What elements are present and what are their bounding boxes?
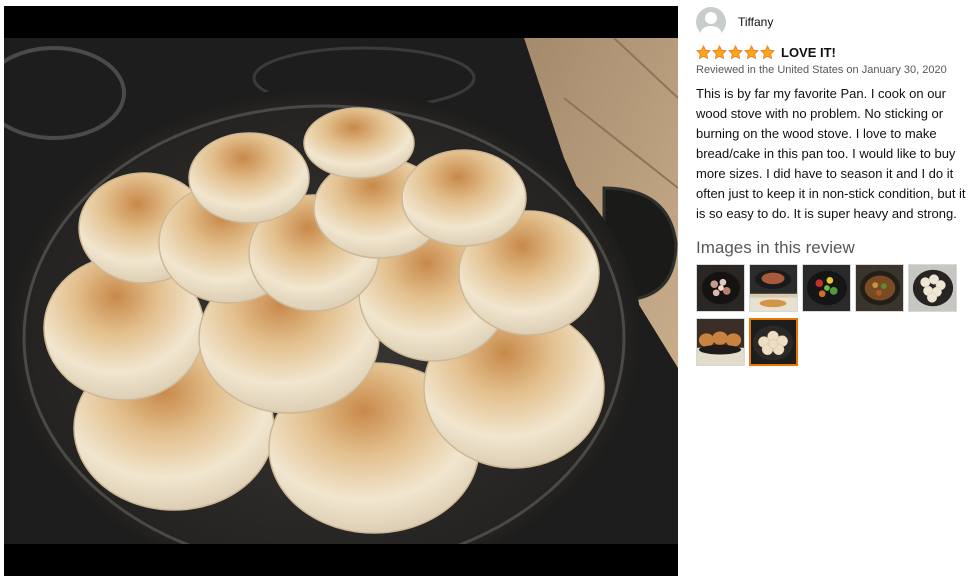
thumbnail-7-selected[interactable] [749, 318, 798, 366]
review-panel: Tiffany LOVE IT! Reviewed in the United … [696, 6, 968, 366]
thumbnail-5[interactable] [908, 264, 957, 312]
main-review-image [4, 38, 678, 544]
image-viewer [4, 6, 678, 576]
rating-row: LOVE IT! [696, 44, 968, 60]
thumbnail-2[interactable] [749, 264, 798, 312]
review-body: This is by far my favorite Pan. I cook o… [696, 86, 966, 221]
star-icon [728, 44, 743, 59]
thumbnail-3-image [803, 265, 850, 311]
thumbnail-5-image [909, 265, 956, 311]
thumbnail-7-image [751, 320, 796, 364]
review-title[interactable]: LOVE IT! [781, 45, 836, 60]
star-rating [696, 44, 776, 60]
star-icon [712, 44, 727, 59]
star-icon [744, 44, 759, 59]
thumbnail-4[interactable] [855, 264, 904, 312]
star-icon [760, 44, 775, 59]
thumbnail-1-image [697, 265, 744, 311]
thumbnail-1[interactable] [696, 264, 745, 312]
reviewer-profile[interactable]: Tiffany [696, 6, 968, 38]
default-user-icon [696, 7, 726, 37]
thumbnail-4-image [856, 265, 903, 311]
thumbnail-6[interactable] [696, 318, 745, 366]
thumbnail-6-image [697, 319, 744, 365]
thumbnail-2-image [750, 265, 797, 311]
review-date: Reviewed in the United States on January… [696, 64, 947, 76]
star-icon [696, 44, 711, 59]
thumbnail-3[interactable] [802, 264, 851, 312]
reviewer-name[interactable]: Tiffany [738, 15, 773, 29]
images-heading: Images in this review [696, 238, 855, 257]
thumbnail-grid [696, 264, 968, 366]
